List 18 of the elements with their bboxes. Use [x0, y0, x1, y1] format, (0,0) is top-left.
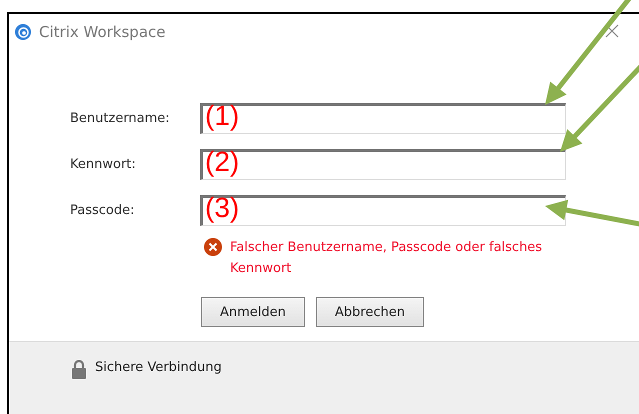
input-field[interactable]: (2) — [200, 148, 566, 180]
lock-icon — [71, 360, 87, 379]
login-button[interactable]: Anmelden — [201, 297, 305, 327]
input-field[interactable]: (1) — [200, 102, 566, 134]
field-label: Kennwort: — [70, 156, 137, 172]
field-label: Benutzername: — [70, 110, 171, 126]
window-title: Citrix Workspace — [39, 23, 166, 41]
app-logo-icon — [15, 24, 31, 40]
input-field[interactable]: (3) — [200, 194, 566, 226]
annotation-number: (1) — [205, 102, 240, 130]
error-icon — [204, 238, 222, 256]
cancel-button[interactable]: Abbrechen — [316, 297, 424, 327]
field-label: Passcode: — [70, 202, 136, 218]
close-icon[interactable] — [605, 24, 619, 38]
status-text: Sichere Verbindung — [95, 360, 222, 375]
annotation-number: (2) — [205, 148, 240, 176]
annotation-number: (3) — [205, 194, 240, 222]
error-message: Falscher Benutzername, Passcode oder falsches Kennwort — [230, 239, 544, 278]
